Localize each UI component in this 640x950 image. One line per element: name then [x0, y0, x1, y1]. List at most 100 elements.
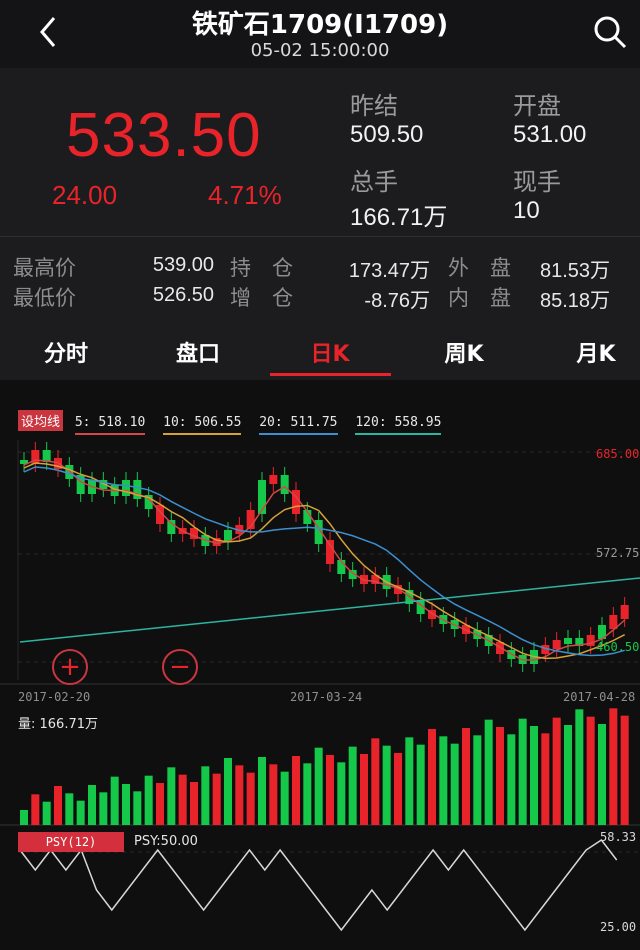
volume-bar	[235, 765, 244, 825]
volume-bar	[382, 745, 391, 825]
volume-bar	[99, 792, 108, 825]
psy-axis-low: 25.00	[600, 920, 637, 934]
psy-axis-high: 58.33	[600, 830, 637, 844]
oi-change-value: -8.76万	[364, 290, 430, 312]
volume-bar	[518, 718, 527, 825]
volume-bar	[462, 728, 470, 825]
volume-bar	[76, 800, 85, 825]
inner-value: 85.18万	[540, 290, 611, 312]
volume-bar	[42, 801, 51, 825]
zoom-out-button[interactable]: −	[162, 649, 198, 685]
date-label-start: 2017-02-20	[18, 690, 91, 704]
volume-bar	[122, 784, 130, 825]
volume-bar	[246, 772, 255, 825]
candle-body	[167, 520, 176, 534]
volume-bar	[405, 737, 414, 825]
last-vol-label: 现手	[513, 168, 561, 196]
minus-icon: −	[169, 652, 191, 682]
candlestick-chart	[0, 440, 640, 932]
active-tab-indicator	[270, 373, 391, 376]
candle-body	[620, 605, 629, 619]
tab-daily-k[interactable]: 日K	[270, 336, 390, 368]
volume-bar	[473, 735, 482, 825]
volume-bar	[292, 756, 300, 825]
volume-bar	[609, 708, 618, 825]
volume-bar	[144, 775, 153, 825]
search-icon[interactable]	[590, 12, 630, 52]
volume-bar	[178, 774, 187, 825]
y-axis-low: 460.50	[596, 640, 640, 654]
volume-bar	[54, 786, 62, 825]
volume-value: 166.71万	[350, 204, 448, 231]
volume-bar	[201, 766, 210, 825]
psy-indicator-button[interactable]: PSY(12)	[18, 832, 124, 852]
volume-bar	[620, 715, 629, 825]
volume-bar	[190, 782, 198, 825]
low-label: 最低价	[13, 286, 76, 310]
candle-body	[122, 480, 130, 496]
price-change-pct: 4.71%	[208, 180, 282, 210]
volume-bar	[428, 729, 436, 825]
low-value: 526.50	[152, 284, 214, 306]
volume-bar	[439, 736, 448, 825]
prev-settle-value: 509.50	[350, 121, 424, 148]
y-axis-mid: 572.75	[596, 546, 640, 560]
volume-bar	[326, 755, 334, 825]
volume-bar	[394, 753, 402, 825]
period-tabs: 分时 盘口 日K 周K 月K	[0, 322, 640, 380]
outer-label: 外 盘	[448, 256, 511, 280]
last-price: 533.50	[66, 101, 262, 170]
volume-bar	[371, 738, 380, 825]
volume-indicator-label: 量: 166.71万	[18, 717, 98, 732]
volume-bar	[552, 717, 561, 825]
volume-bar	[156, 783, 164, 825]
volume-bar	[133, 791, 142, 825]
y-axis-high: 685.00	[596, 447, 640, 461]
top-bar: 铁矿石1709(I1709) 05-02 15:00:00	[0, 0, 640, 68]
volume-bar	[496, 727, 504, 825]
volume-bar	[88, 785, 96, 825]
high-label: 最高价	[13, 256, 76, 280]
volume-bar	[280, 771, 289, 825]
tab-weekly-k[interactable]: 周K	[404, 336, 524, 368]
volume-bar	[269, 764, 278, 825]
volume-bar	[541, 733, 550, 825]
zoom-in-button[interactable]: +	[52, 649, 88, 685]
volume-bar	[575, 709, 584, 825]
oi-label: 持 仓	[230, 256, 293, 280]
divider	[0, 236, 640, 237]
psy-value: PSY:50.00	[134, 834, 198, 849]
volume-bar	[224, 758, 232, 825]
volume-bar	[258, 757, 266, 825]
price-change: 24.00	[52, 180, 118, 210]
volume-bar	[303, 763, 312, 825]
oi-change-label: 增 仓	[230, 286, 293, 310]
outer-value: 81.53万	[540, 260, 611, 282]
volume-bar	[564, 725, 572, 825]
open-value: 531.00	[513, 121, 587, 148]
candle-body	[280, 475, 289, 494]
moving-average-line	[19, 577, 640, 643]
date-label-end: 2017-04-28	[563, 690, 636, 704]
tab-intraday[interactable]: 分时	[6, 336, 126, 368]
volume-bar	[507, 734, 516, 825]
candle-body	[269, 475, 278, 484]
candle-body	[564, 638, 572, 644]
volume-bar	[337, 762, 346, 825]
last-vol-value: 10	[513, 197, 540, 224]
date-label-mid: 2017-03-24	[290, 690, 363, 704]
volume-bar	[598, 724, 606, 825]
volume-bar	[110, 776, 119, 825]
tab-monthly-k[interactable]: 月K	[536, 336, 640, 368]
volume-bar	[314, 747, 323, 825]
prev-settle-label: 昨结	[350, 92, 398, 120]
page-title: 铁矿石1709(I1709)	[191, 10, 449, 40]
volume-bar	[360, 754, 368, 825]
moving-average-line	[23, 459, 626, 661]
volume-bar	[348, 746, 357, 825]
quote-time: 05-02 15:00:00	[250, 40, 390, 61]
volume-bar	[20, 810, 28, 825]
tab-orderbook[interactable]: 盘口	[138, 336, 258, 368]
volume-bar	[530, 726, 538, 825]
psy-line	[19, 838, 618, 932]
